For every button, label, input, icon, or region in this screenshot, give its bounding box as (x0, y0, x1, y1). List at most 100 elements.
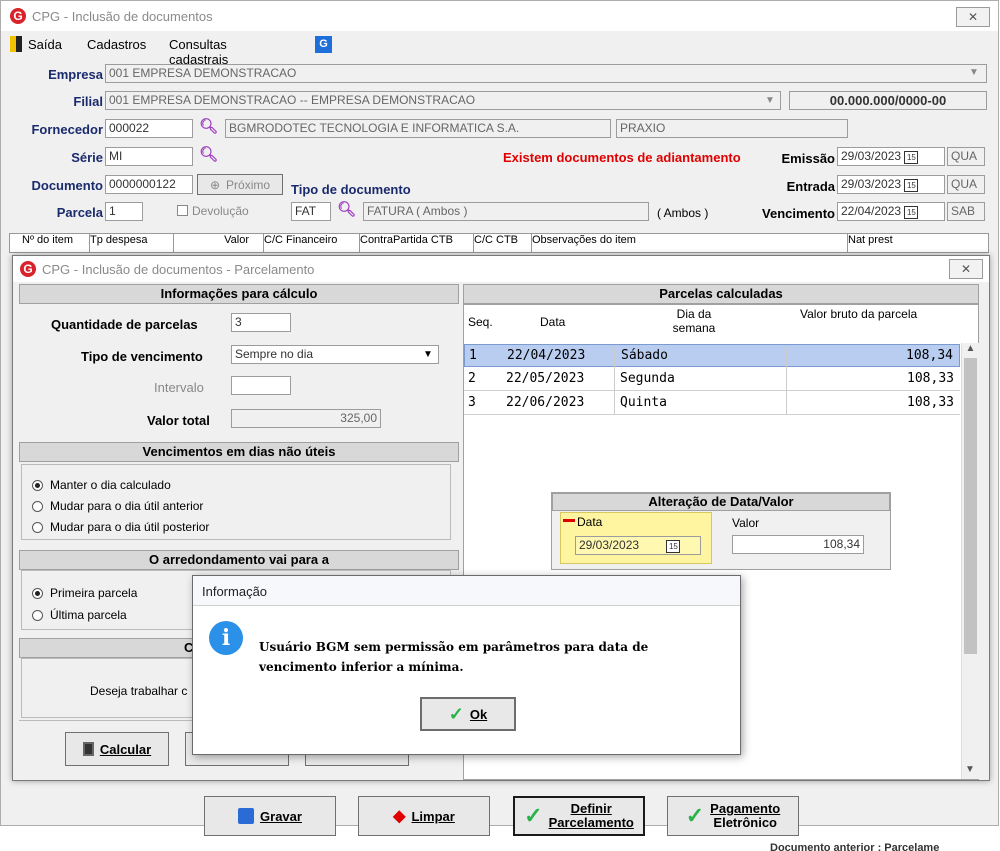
col-data: Data (540, 315, 566, 329)
grid-col-nat[interactable]: Nat prest (848, 234, 918, 252)
calendar-icon[interactable]: 15 (904, 151, 919, 164)
venc-option-manter[interactable]: Manter o dia calculado (32, 478, 171, 492)
venc-option-posterior[interactable]: Mudar para o dia útil posterior (32, 520, 209, 534)
tipo-doc-name-field: FATURA ( Ambos ) (363, 202, 649, 221)
app-logo-icon: G (20, 261, 36, 277)
parcel-row-1[interactable]: 1 22/04/2023 Sábado 108,34 (464, 344, 960, 367)
emissao-date-input[interactable]: 29/03/2023 15 (837, 147, 945, 166)
arred-option-ultima[interactable]: Última parcela (32, 608, 127, 622)
info-message-2: vencimento inferior a mínima. (259, 660, 464, 674)
chevron-down-icon[interactable]: ▼ (423, 349, 433, 360)
qtd-parcelas-label: Quantidade de parcelas (51, 317, 198, 332)
calcular-button[interactable]: Calcular (65, 732, 169, 766)
eraser-icon: ◆ (393, 808, 406, 825)
radio[interactable] (32, 521, 43, 533)
intervalo-input[interactable] (231, 376, 291, 395)
definir-label-1: Definir (570, 801, 612, 816)
grid-scrollbar[interactable]: ▲ ▼ (961, 343, 979, 779)
filial-select[interactable]: 001 EMPRESA DEMONSTRACAO -- EMPRESA DEMO… (105, 91, 781, 110)
grid-col-valor[interactable]: Valor (174, 234, 264, 252)
qtd-parcelas-input[interactable]: 3 (231, 313, 291, 332)
row-seq: 2 (468, 371, 476, 386)
adiantamento-warning: Existem documentos de adiantamento (503, 150, 741, 165)
documento-input[interactable]: 0000000122 (105, 175, 193, 194)
arred-option-label: Primeira parcela (50, 586, 138, 600)
grid-col-cc[interactable]: C/C Financeiro (264, 234, 360, 252)
info-message-1: Usuário BGM sem permissão em parâmetros … (259, 640, 649, 654)
menu-saida[interactable]: Saída (28, 37, 62, 52)
parcelamento-close-button[interactable]: ✕ (949, 259, 983, 279)
emissao-day: QUA (947, 147, 985, 166)
deseja-text: Deseja trabalhar c (90, 684, 188, 698)
gravar-label: Gravar (260, 808, 302, 824)
grid-col-cc-ctb[interactable]: C/C CTB (474, 234, 532, 252)
intervalo-label: Intervalo (154, 380, 204, 395)
entrada-day: QUA (947, 175, 985, 194)
cnpj-field: 00.000.000/0000-00 (789, 91, 987, 110)
row-seq: 3 (468, 395, 476, 410)
parcel-row-3[interactable]: 3 22/06/2023 Quinta 108,33 (464, 392, 960, 415)
venc-option-label: Mudar para o dia útil anterior (50, 499, 204, 513)
vencimento-date-input[interactable]: 22/04/2023 15 (837, 202, 945, 221)
row-data: 22/04/2023 (507, 348, 586, 363)
menu-consultas[interactable]: Consultas cadastrais (169, 37, 228, 67)
row-valor: 108,33 (907, 371, 954, 386)
row-data: 22/06/2023 (506, 395, 585, 410)
parcelas-header: Parcelas calculadas (463, 284, 979, 304)
grid-col-obs[interactable]: Observações do item (532, 234, 848, 252)
fornecedor-label: Fornecedor (31, 122, 103, 137)
serie-input[interactable]: MI (105, 147, 193, 166)
empresa-select[interactable]: 001 EMPRESA DEMONSTRACAO (105, 64, 987, 83)
plus-icon: ⊕ (209, 177, 221, 192)
parcela-input[interactable]: 1 (105, 202, 143, 221)
g-logo-icon[interactable]: G (315, 36, 332, 53)
menu-cadastros[interactable]: Cadastros (87, 37, 146, 52)
parcel-row-2[interactable]: 2 22/05/2023 Segunda 108,33 (464, 368, 960, 391)
scroll-up-icon[interactable]: ▲ (962, 343, 979, 354)
pagamento-eletronico-button[interactable]: ✓ Pagamento Eletrônico (667, 796, 799, 836)
gravar-button[interactable]: Gravar (204, 796, 336, 836)
proximo-button[interactable]: ⊕ Próximo (197, 174, 283, 195)
devolucao-checkbox[interactable] (177, 205, 188, 216)
tipo-doc-code-input[interactable]: FAT (291, 202, 331, 221)
vencimento-day: SAB (947, 202, 985, 221)
alter-valor-input[interactable]: 108,34 (732, 535, 864, 554)
radio[interactable] (32, 500, 43, 512)
grid-col-item[interactable]: Nº do item (10, 234, 90, 252)
exit-door-icon (10, 36, 22, 52)
serie-label: Série (71, 150, 103, 165)
grid-col-contra[interactable]: ContraPartida CTB (360, 234, 474, 252)
tipo-vencimento-select[interactable]: Sempre no dia (231, 345, 439, 364)
alter-data-input[interactable]: 29/03/2023 15 (575, 536, 701, 555)
entrada-date-input[interactable]: 29/03/2023 15 (837, 175, 945, 194)
row-dia: Sábado (621, 348, 668, 363)
fornecedor-code-input[interactable]: 000022 (105, 119, 193, 138)
col-divider (614, 347, 615, 415)
chevron-down-icon[interactable]: ▼ (765, 95, 775, 106)
grid-col-tp[interactable]: Tp despesa (90, 234, 174, 252)
arredondamento-header: O arredondamento vai para a (19, 550, 459, 570)
definir-parcelamento-button[interactable]: ✓ Definir Parcelamento (513, 796, 645, 836)
calendar-icon[interactable]: 15 (666, 540, 681, 553)
radio-selected[interactable] (32, 479, 43, 491)
scroll-down-icon[interactable]: ▼ (962, 764, 978, 775)
venc-option-anterior[interactable]: Mudar para o dia útil anterior (32, 499, 203, 513)
vencimento-date-value: 22/04/2023 (841, 204, 902, 218)
radio[interactable] (32, 609, 43, 621)
fornecedor-name-field: BGMRODOTEC TECNOLOGIA E INFORMATICA S.A. (225, 119, 611, 138)
calendar-icon[interactable]: 15 (904, 179, 919, 192)
search-icon[interactable]: 🔍︎ (199, 117, 218, 135)
scroll-thumb[interactable] (964, 358, 977, 654)
radio-selected[interactable] (32, 587, 43, 599)
search-icon[interactable]: 🔍︎ (337, 200, 356, 218)
calendar-icon[interactable]: 15 (904, 206, 919, 219)
arred-option-primeira[interactable]: Primeira parcela (32, 586, 137, 600)
ok-button[interactable]: ✓ Ok (420, 697, 516, 731)
alteracao-header: Alteração de Data/Valor (552, 493, 890, 511)
main-close-button[interactable]: ✕ (956, 7, 990, 27)
limpar-button[interactable]: ◆ Limpar (358, 796, 490, 836)
col-divider (786, 347, 787, 415)
row-valor: 108,33 (907, 395, 954, 410)
search-icon[interactable]: 🔍︎ (199, 145, 218, 163)
chevron-down-icon[interactable]: ▼ (969, 67, 979, 78)
